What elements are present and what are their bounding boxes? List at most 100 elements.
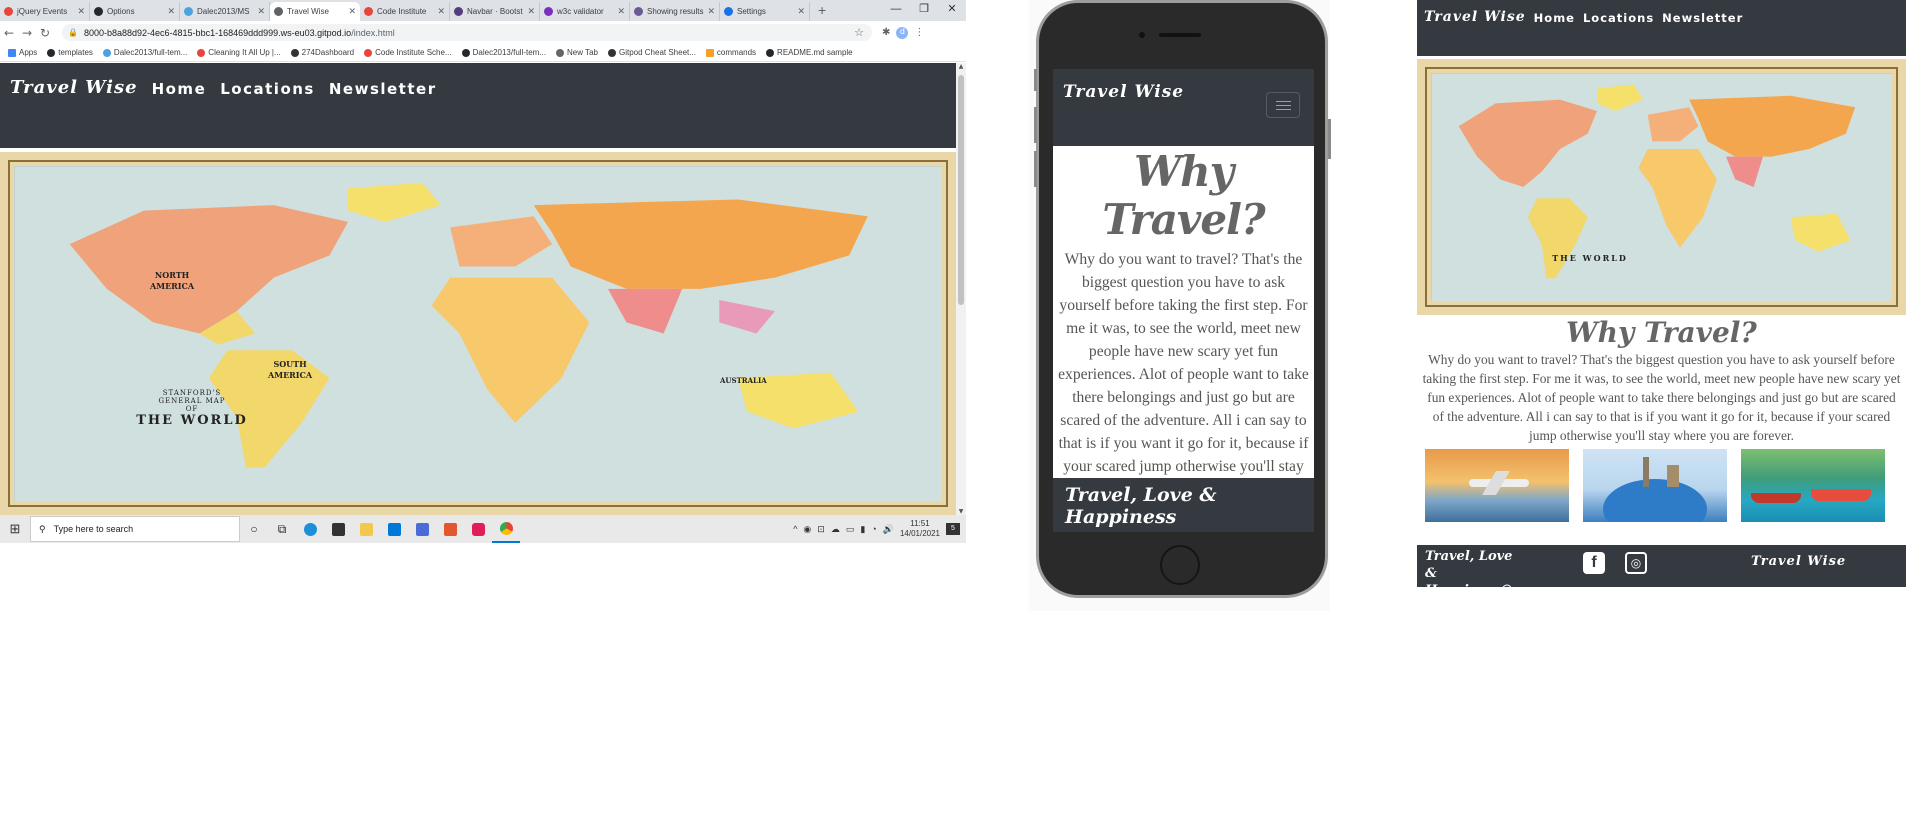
nav-link-locations[interactable]: Locations [220,77,315,98]
tab-close-icon[interactable]: ✕ [704,6,715,17]
address-bar[interactable]: 🔒 8000-b8a88d92-4ec6-4815-bbc1-168469ddd… [62,24,872,41]
tab-close-icon[interactable]: ✕ [74,6,85,17]
app-icon[interactable] [408,515,436,543]
globe-icon [556,48,564,57]
bookmarks-bar: Apps templates Dalec2013/full-tem... Cle… [0,44,966,62]
browser-menu-icon[interactable]: ⋮ [914,27,924,38]
phone-preview: Travel Wise Why Travel? Why do you want … [1029,0,1331,611]
browser-tab[interactable]: Dalec2013/MS ✕ [180,2,270,21]
store-icon[interactable] [324,515,352,543]
preview-nav-link-home[interactable]: Home [1534,9,1575,25]
browser-tab-active[interactable]: Travel Wise ✕ [270,2,360,21]
tab-close-icon[interactable]: ✕ [254,6,265,17]
file-explorer-icon[interactable] [352,515,380,543]
new-tab-button[interactable]: + [810,2,834,21]
preview-site-brand[interactable]: Travel Wise [1424,9,1526,25]
tab-favicon-icon [364,7,373,16]
card-landmarks-globe-image[interactable] [1583,449,1727,522]
back-arrow-icon[interactable]: ← [0,26,18,40]
tab-favicon-icon [274,7,283,16]
notification-center-icon[interactable]: 5 [946,523,960,535]
browser-tab[interactable]: Options ✕ [90,2,180,21]
tab-close-icon[interactable]: ✕ [614,6,625,17]
bookmark-item[interactable]: commands [705,48,756,57]
site-brand[interactable]: Travel Wise [10,77,138,98]
browser-tab[interactable]: Navbar · Bootst ✕ [450,2,540,21]
minimize-button[interactable]: — [882,0,910,21]
preview-nav-link-newsletter[interactable]: Newsletter [1662,9,1743,25]
mobile-site-brand[interactable]: Travel Wise [1063,82,1184,102]
url-path: /index.html [351,27,395,38]
tab-close-icon[interactable]: ✕ [164,6,175,17]
tray-record-icon[interactable]: ◉ [803,524,811,535]
card-tropical-boats-image[interactable] [1741,449,1885,522]
browser-tab[interactable]: jQuery Events ✕ [0,2,90,21]
tab-close-icon[interactable]: ✕ [794,6,805,17]
tab-close-icon[interactable]: ✕ [524,6,535,17]
card-plane-sunset-image[interactable] [1425,449,1569,522]
tray-volume-icon[interactable]: 🔊 [883,524,894,535]
bookmark-item[interactable]: 274Dashboard [290,48,354,57]
reload-icon[interactable]: ↻ [36,26,54,40]
chrome-icon[interactable] [492,515,520,543]
bookmark-item[interactable]: New Tab [556,48,598,57]
tray-wifi-icon[interactable]: ◔ [871,524,876,534]
hamburger-menu-icon[interactable] [1266,92,1300,118]
bookmark-item[interactable]: Cleaning It All Up |... [197,48,281,57]
bookmark-item[interactable]: Gitpod Cheat Sheet... [607,48,696,57]
page-scrollbar[interactable]: ▲ ▼ [956,63,966,515]
bookmark-item[interactable]: Code Institute Sche... [364,48,452,57]
office-icon[interactable] [436,515,464,543]
code-institute-icon [197,48,206,57]
bookmark-star-icon[interactable]: ☆ [854,26,864,39]
nav-link-newsletter[interactable]: Newsletter [329,77,437,98]
task-view-icon[interactable]: ⧉ [268,515,296,543]
edge-browser-icon[interactable] [296,515,324,543]
preview-map-cartouche: THE WORLD [1545,253,1635,263]
slack-icon[interactable] [464,515,492,543]
map-label-north-america: NORTH AMERICA [150,270,195,291]
tray-display-icon[interactable]: ⊡ [817,524,825,535]
bookmark-item[interactable]: Apps [8,48,37,57]
nav-link-home[interactable]: Home [152,77,207,98]
bookmark-item[interactable]: Dalec2013/full-tem... [461,48,546,57]
browser-tab[interactable]: w3c validator ✕ [540,2,630,21]
cortana-icon[interactable]: ○ [240,515,268,543]
map-cartouche: STANFORD'S GENERAL MAP OF THE WORLD [122,389,262,428]
tab-close-icon[interactable]: ✕ [434,6,445,17]
preview-nav-link-locations[interactable]: Locations [1583,9,1654,25]
forward-arrow-icon[interactable]: → [18,26,36,40]
tray-device-icon[interactable]: ▭ [846,524,855,535]
scrollbar-thumb[interactable] [958,75,964,305]
taskbar-search[interactable]: ⚲ Type here to search [30,516,240,542]
bookmark-item[interactable]: Dalec2013/full-tem... [102,48,187,57]
bookmark-favicon-icon [290,48,299,57]
browser-tab[interactable]: Showing results ✕ [630,2,720,21]
browser-tab[interactable]: Code Institute ✕ [360,2,450,21]
windows-start-icon[interactable]: ⊞ [0,521,30,537]
scroll-up-icon[interactable]: ▲ [956,63,966,70]
phone-screen: Travel Wise Why Travel? Why do you want … [1053,69,1314,532]
extensions-puzzle-icon[interactable]: ✱ [882,27,890,38]
profile-avatar[interactable]: d [896,26,909,39]
mail-icon[interactable] [380,515,408,543]
page-viewport: Travel Wise Home Locations Newsletter NO… [0,63,956,515]
restore-button[interactable]: ❐ [910,0,938,21]
close-window-button[interactable]: ✕ [938,0,966,21]
browser-tab[interactable]: Settings ✕ [720,2,810,21]
mobile-intro-text: Why do you want to travel? That's the bi… [1058,251,1309,498]
browser-toolbar: ← → ↻ 🔒 8000-b8a88d92-4ec6-4815-bbc1-168… [0,21,966,44]
tray-battery-icon[interactable]: ▮ [860,524,865,535]
bookmark-item[interactable]: README.md sample [766,48,853,57]
preview-footer-tagline: Travel, Love & Happiness☺ [1425,549,1513,587]
tab-close-icon[interactable]: ✕ [345,6,356,17]
preview-footer: Travel, Love & Happiness☺ f ◎ Travel Wis… [1417,545,1906,587]
instagram-icon[interactable]: ◎ [1625,552,1647,574]
tray-chevron-icon[interactable]: ^ [793,524,797,534]
preview-footer-brand[interactable]: Travel Wise [1751,554,1846,569]
bookmark-item[interactable]: templates [47,48,93,57]
facebook-icon[interactable]: f [1583,552,1605,574]
taskbar-clock[interactable]: 11:51 14/01/2021 [900,519,940,539]
scroll-down-icon[interactable]: ▼ [956,508,966,515]
tray-cloud-icon[interactable]: ☁ [831,524,840,535]
